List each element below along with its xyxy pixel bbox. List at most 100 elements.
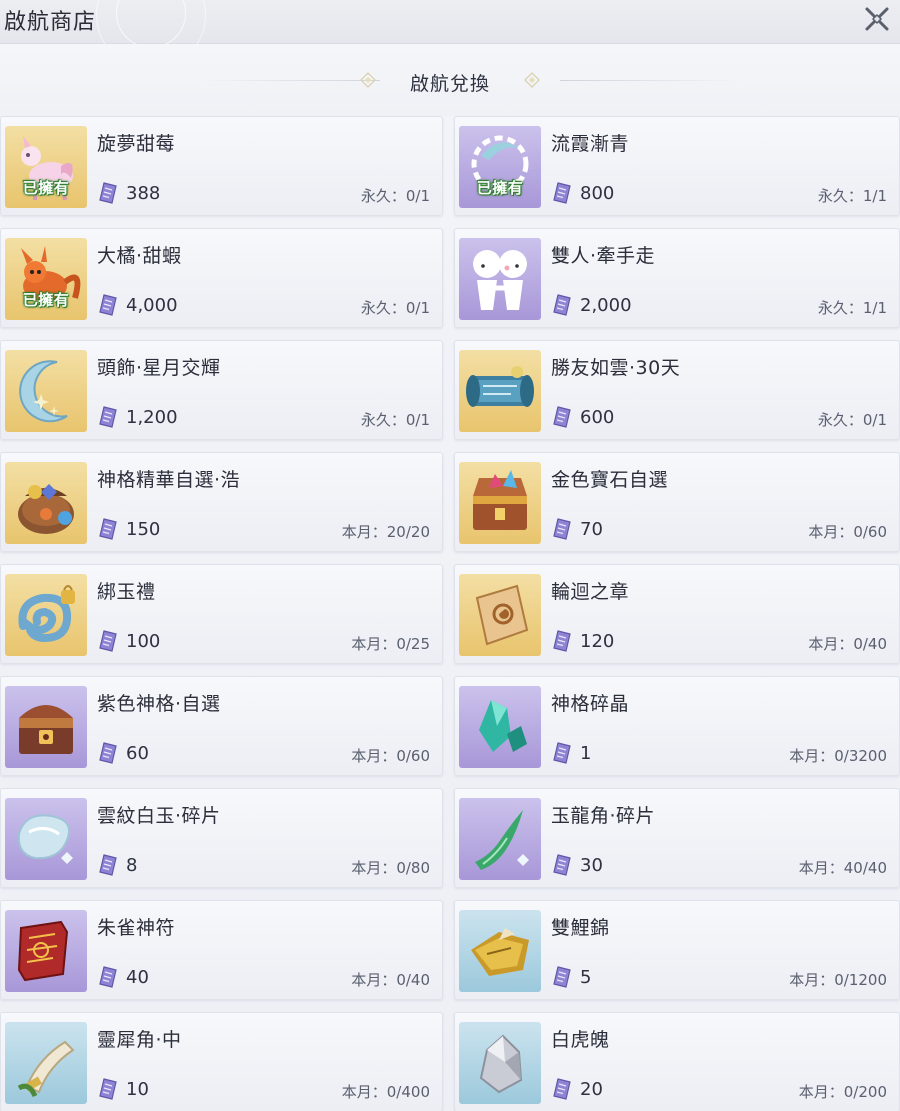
purchase-limit: 永久：1/1	[817, 187, 887, 205]
ticket-currency-icon	[552, 629, 572, 653]
purchase-limit: 本月：0/60	[351, 747, 430, 765]
purchase-limit: 本月：0/80	[351, 859, 430, 877]
shop-item-card[interactable]: 靈犀角·中 10 本月：0/400	[0, 1012, 443, 1111]
shop-item-card[interactable]: 雙鯉錦 5 本月：0/1200	[454, 900, 900, 1000]
shop-item-card[interactable]: 綁玉禮 100 本月：0/25	[0, 564, 443, 664]
item-price: 100	[126, 631, 161, 652]
ticket-currency-icon	[552, 853, 572, 877]
gem-pouch-icon	[18, 484, 74, 534]
owned-badge: 已擁有	[22, 291, 70, 309]
shop-item-card[interactable]: 雲紋白玉·碎片 8 本月：0/80	[0, 788, 443, 888]
shop-item-card[interactable]: 金色寶石自選 70 本月：0/60	[454, 452, 900, 552]
item-thumbnail	[459, 462, 541, 544]
shop-item-card[interactable]: 雙人·牽手走 2,000 永久：1/1	[454, 228, 900, 328]
item-name: 頭飾·星月交輝	[97, 357, 221, 379]
close-button[interactable]	[860, 2, 894, 36]
item-name: 白虎魄	[551, 1029, 610, 1051]
shop-item-card[interactable]: 已擁有 旋夢甜莓 388 永久：0/1	[0, 116, 443, 216]
purchase-limit: 永久：1/1	[817, 299, 887, 317]
item-name: 雙鯉錦	[551, 917, 610, 939]
item-name: 紫色神格·自選	[97, 693, 221, 715]
purchase-limit: 本月：0/1200	[789, 971, 887, 989]
holding-hands-emote-icon	[473, 250, 527, 310]
white-jade-fragment-icon	[17, 814, 73, 864]
item-thumbnail: 已擁有	[5, 126, 87, 208]
jade-gift-icon	[18, 585, 75, 643]
ticket-currency-icon	[552, 293, 572, 317]
owned-badge: 已擁有	[22, 179, 70, 197]
ticket-currency-icon	[552, 405, 572, 429]
purchase-limit: 本月：0/200	[798, 1083, 887, 1101]
purchase-limit: 本月：0/25	[351, 635, 430, 653]
item-name: 雙人·牽手走	[551, 245, 656, 267]
crystal-shard-icon	[479, 700, 527, 752]
item-thumbnail	[459, 350, 541, 432]
parchment-icon	[475, 584, 529, 646]
ticket-currency-icon	[552, 181, 572, 205]
scroll-icon	[466, 366, 534, 407]
window-title: 啟航商店	[4, 10, 97, 35]
header-divider-right	[560, 80, 740, 81]
shop-item-card[interactable]: 紫色神格·自選 60 本月：0/60	[0, 676, 443, 776]
item-price: 4,000	[126, 295, 178, 316]
shop-item-card[interactable]: 神格碎晶 1 本月：0/3200	[454, 676, 900, 776]
item-thumbnail	[459, 1022, 541, 1104]
item-thumbnail	[5, 574, 87, 656]
item-thumbnail	[459, 574, 541, 656]
shop-item-card[interactable]: 已擁有 流霞漸青 800 永久：1/1	[454, 116, 900, 216]
purchase-limit: 本月：0/60	[808, 523, 887, 541]
item-name: 流霞漸青	[551, 133, 630, 155]
diamond-ornament-icon	[524, 72, 540, 88]
shop-item-card[interactable]: 勝友如雲·30天 600 永久：0/1	[454, 340, 900, 440]
purchase-limit: 永久：0/1	[360, 411, 430, 429]
item-name: 朱雀神符	[97, 917, 176, 939]
purchase-limit: 永久：0/1	[817, 411, 887, 429]
purchase-limit: 永久：0/1	[360, 187, 430, 205]
item-thumbnail	[5, 462, 87, 544]
purchase-limit: 本月：0/3200	[789, 747, 887, 765]
item-price: 150	[126, 519, 161, 540]
item-grid: 已擁有 旋夢甜莓 388 永久：0/1 已擁有 流霞漸青 800 永久：1/1 已擁有 大橘·甜蝦…	[0, 116, 900, 1111]
ticket-currency-icon	[98, 1077, 118, 1101]
ticket-currency-icon	[552, 741, 572, 765]
item-name: 勝友如雲·30天	[551, 357, 681, 379]
shop-item-card[interactable]: 頭飾·星月交輝 1,200 永久：0/1	[0, 340, 443, 440]
silver-ore-icon	[479, 1034, 523, 1094]
item-price: 40	[126, 967, 149, 988]
ticket-currency-icon	[98, 965, 118, 989]
item-thumbnail	[459, 238, 541, 320]
item-thumbnail	[459, 686, 541, 768]
owned-badge: 已擁有	[476, 179, 524, 197]
item-name: 玉龍角·碎片	[551, 805, 656, 827]
item-price: 8	[126, 855, 138, 876]
section-header: 啟航兌換	[0, 44, 900, 116]
item-name: 雲紋白玉·碎片	[97, 805, 221, 827]
item-name: 靈犀角·中	[97, 1029, 182, 1051]
shop-item-card[interactable]: 神格精華自選·浩 150 本月：20/20	[0, 452, 443, 552]
purchase-limit: 本月：20/20	[341, 523, 430, 541]
shop-item-card[interactable]: 白虎魄 20 本月：0/200	[454, 1012, 900, 1111]
item-thumbnail	[5, 798, 87, 880]
item-thumbnail	[459, 798, 541, 880]
shop-item-card[interactable]: 玉龍角·碎片 30 本月：40/40	[454, 788, 900, 888]
item-thumbnail	[5, 1022, 87, 1104]
item-price: 1,200	[126, 407, 178, 428]
shop-item-card[interactable]: 朱雀神符 40 本月：0/40	[0, 900, 443, 1000]
item-price: 30	[580, 855, 603, 876]
item-name: 輪迴之章	[551, 581, 630, 603]
item-thumbnail	[459, 910, 541, 992]
item-price: 5	[580, 967, 592, 988]
ticket-currency-icon	[98, 181, 118, 205]
ticket-currency-icon	[552, 965, 572, 989]
purchase-limit: 永久：0/1	[360, 299, 430, 317]
title-bar: 啟航商店	[0, 0, 900, 70]
item-price: 800	[580, 183, 615, 204]
item-price: 70	[580, 519, 603, 540]
shop-item-card[interactable]: 已擁有 大橘·甜蝦 4,000 永久：0/1	[0, 228, 443, 328]
item-name: 旋夢甜莓	[97, 133, 176, 155]
shop-item-card[interactable]: 輪迴之章 120 本月：0/40	[454, 564, 900, 664]
ticket-currency-icon	[98, 853, 118, 877]
purchase-limit: 本月：40/40	[798, 859, 887, 877]
item-thumbnail	[5, 910, 87, 992]
jade-dragon-horn-icon	[475, 810, 529, 870]
